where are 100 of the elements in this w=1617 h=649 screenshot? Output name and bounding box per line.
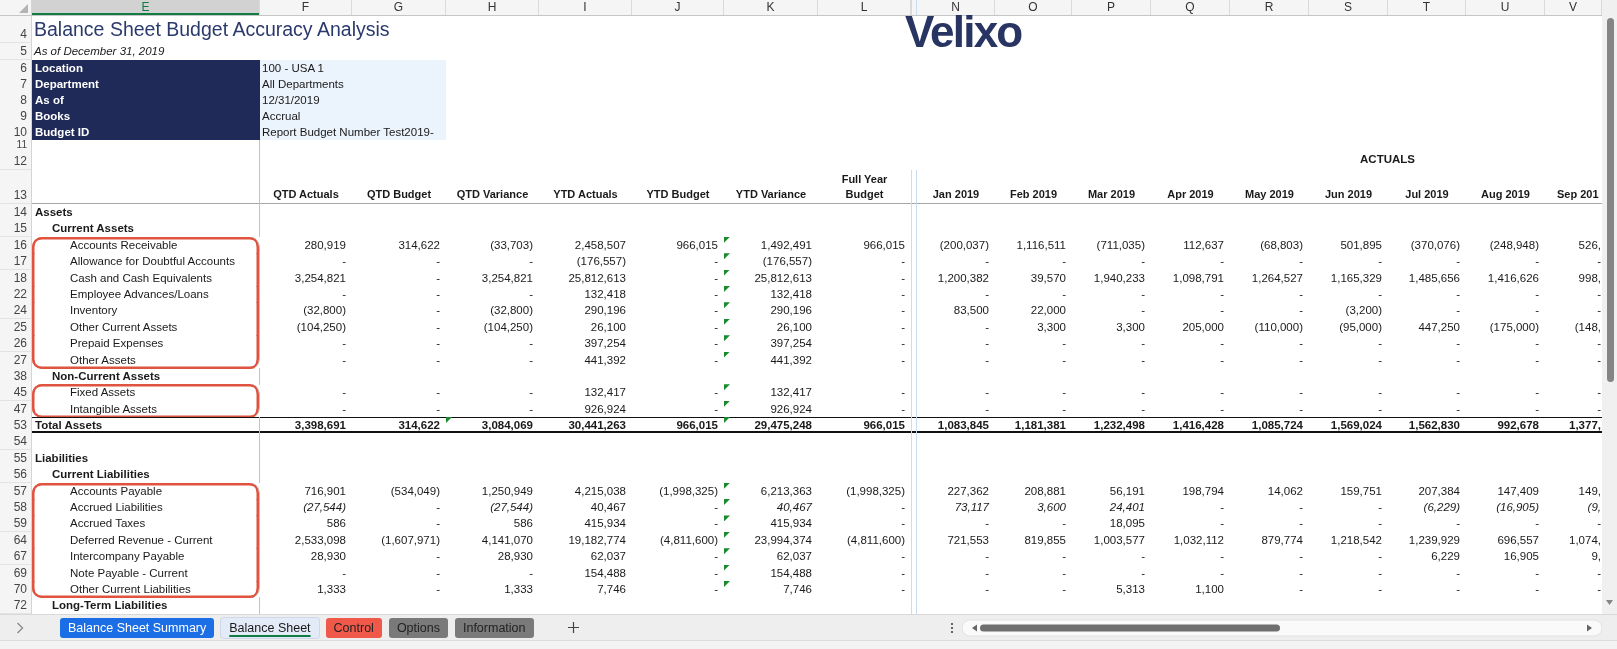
row-header[interactable]: 67 [0, 548, 32, 566]
column-header[interactable]: T [1388, 0, 1466, 15]
group-heading: Current Assets [32, 220, 260, 238]
table-cell-text: - [1534, 385, 1540, 401]
add-sheet-icon[interactable] [567, 622, 579, 633]
column-header[interactable]: U [1466, 0, 1545, 15]
table-cell-text: - [713, 549, 719, 565]
column-header[interactable]: O [995, 0, 1072, 15]
table-cell-text: - [1298, 565, 1304, 581]
sheet-tab[interactable]: Control [325, 617, 382, 638]
chevron-right-icon[interactable] [16, 621, 24, 634]
table-cell-text: - [984, 286, 990, 302]
column-header[interactable]: S [1309, 0, 1388, 15]
column-header[interactable]: K [724, 0, 818, 15]
error-flag-icon[interactable] [724, 417, 730, 424]
table-cell-text: 4,141,070 [480, 532, 534, 548]
table-cell-text: 3,600 [1036, 500, 1067, 516]
error-flag-icon[interactable] [724, 285, 730, 292]
column-title: Jan 2019 [931, 187, 981, 202]
row-label: Accrued Liabilities [32, 499, 260, 517]
error-flag-icon[interactable] [724, 581, 730, 587]
sheet-tab[interactable]: Options [388, 617, 448, 638]
table-cell-text: 132,417 [583, 385, 627, 401]
row-header[interactable]: 12 [0, 150, 32, 170]
table-cell-text: (95,000) [1338, 319, 1383, 335]
table-cell-text: 2,533,098 [293, 532, 347, 548]
table-cell-text: (110,000) [1253, 319, 1304, 335]
table-cell-text: - [1596, 352, 1602, 368]
row-label: Allowance for Doubtful Accounts [32, 253, 260, 271]
error-flag-icon[interactable] [724, 564, 730, 571]
table-cell-text: (711,035) [1095, 237, 1146, 253]
table-cell-text: 415,934 [769, 516, 813, 532]
column-header[interactable]: G [352, 0, 446, 15]
error-flag-icon[interactable] [724, 253, 730, 260]
error-flag-icon[interactable] [724, 351, 730, 358]
column-header[interactable]: J [632, 0, 724, 15]
error-flag-icon[interactable] [724, 515, 730, 522]
table-cell-text: - [900, 336, 906, 352]
horizontal-scrollbar[interactable] [962, 618, 1602, 637]
row-header[interactable]: 24 [0, 302, 32, 320]
table-cell-text: - [341, 401, 347, 417]
column-header[interactable]: R [1230, 0, 1309, 15]
error-flag-icon[interactable] [724, 335, 730, 342]
sheet-tab[interactable]: Balance Sheet Summary [60, 617, 215, 638]
row-header[interactable]: 15 [0, 220, 32, 238]
table-cell-text: - [1298, 549, 1304, 565]
table-cell-text: - [1219, 336, 1225, 352]
table-cell-text: - [1377, 286, 1383, 302]
row-label: Fixed Assets [32, 384, 260, 402]
error-flag-icon[interactable] [724, 482, 730, 489]
error-flag-icon[interactable] [724, 384, 730, 391]
table-cell-text: 1,200,382 [936, 270, 990, 286]
error-flag-icon[interactable] [724, 548, 730, 555]
column-header[interactable]: N [917, 0, 995, 15]
row-header[interactable]: 13 [0, 170, 32, 204]
table-cell-text: 1,165,329 [1329, 270, 1383, 286]
table-cell-text: - [1219, 303, 1225, 319]
column-header[interactable]: P [1072, 0, 1151, 15]
row-label: Cash and Cash Equivalents [32, 269, 260, 287]
error-flag-icon[interactable] [724, 531, 730, 538]
error-flag-icon[interactable] [724, 269, 730, 276]
table-cell-text: 721,553 [946, 532, 990, 548]
error-flag-icon[interactable] [446, 417, 452, 424]
row-header[interactable]: 59 [0, 515, 32, 533]
column-header[interactable]: Q [1151, 0, 1230, 15]
table-cell-text: 1,232,498 [1092, 418, 1146, 434]
column-header[interactable]: L [818, 0, 911, 15]
row-header[interactable]: 26 [0, 335, 32, 353]
table-cell-text: - [900, 582, 906, 597]
row-header[interactable]: 10 [0, 124, 32, 141]
row-header[interactable]: 45 [0, 384, 32, 402]
more-options-icon[interactable] [950, 621, 954, 634]
table-cell-text: 29,475,248 [753, 418, 813, 434]
row-header[interactable]: 72 [0, 597, 32, 614]
table-cell-text: 586 [325, 516, 347, 532]
row-header[interactable]: 4 [0, 16, 32, 43]
column-header[interactable]: I [539, 0, 632, 15]
error-flag-icon[interactable] [724, 302, 730, 309]
row-header[interactable]: 5 [0, 43, 32, 60]
table-cell-text: 23,994,374 [753, 532, 813, 548]
table-cell-text: (176,557) [761, 254, 813, 270]
row-header[interactable]: 56 [0, 466, 32, 484]
row-header[interactable]: 54 [0, 433, 32, 451]
report-title: Balance Sheet Budget Accuracy Analysis [33, 17, 391, 42]
table-cell-text: 3,084,069 [480, 418, 534, 434]
error-flag-icon[interactable] [724, 400, 730, 407]
table-cell-text: 1,098,791 [1171, 270, 1225, 286]
error-flag-icon[interactable] [724, 236, 730, 243]
column-header[interactable]: H [446, 0, 539, 15]
table-cell-text: - [435, 401, 441, 417]
table-cell-text: - [435, 336, 441, 352]
error-flag-icon[interactable] [724, 499, 730, 506]
column-header[interactable]: F [260, 0, 352, 15]
table-cell-text: - [1534, 254, 1540, 270]
table-cell-text: - [435, 385, 441, 401]
error-flag-icon[interactable] [724, 318, 730, 325]
row-header[interactable]: 17 [0, 253, 32, 271]
sheet-tab[interactable]: Information [454, 617, 534, 638]
table-cell-text: 132,418 [769, 286, 813, 302]
sheet-tab[interactable]: Balance Sheet [221, 617, 319, 638]
